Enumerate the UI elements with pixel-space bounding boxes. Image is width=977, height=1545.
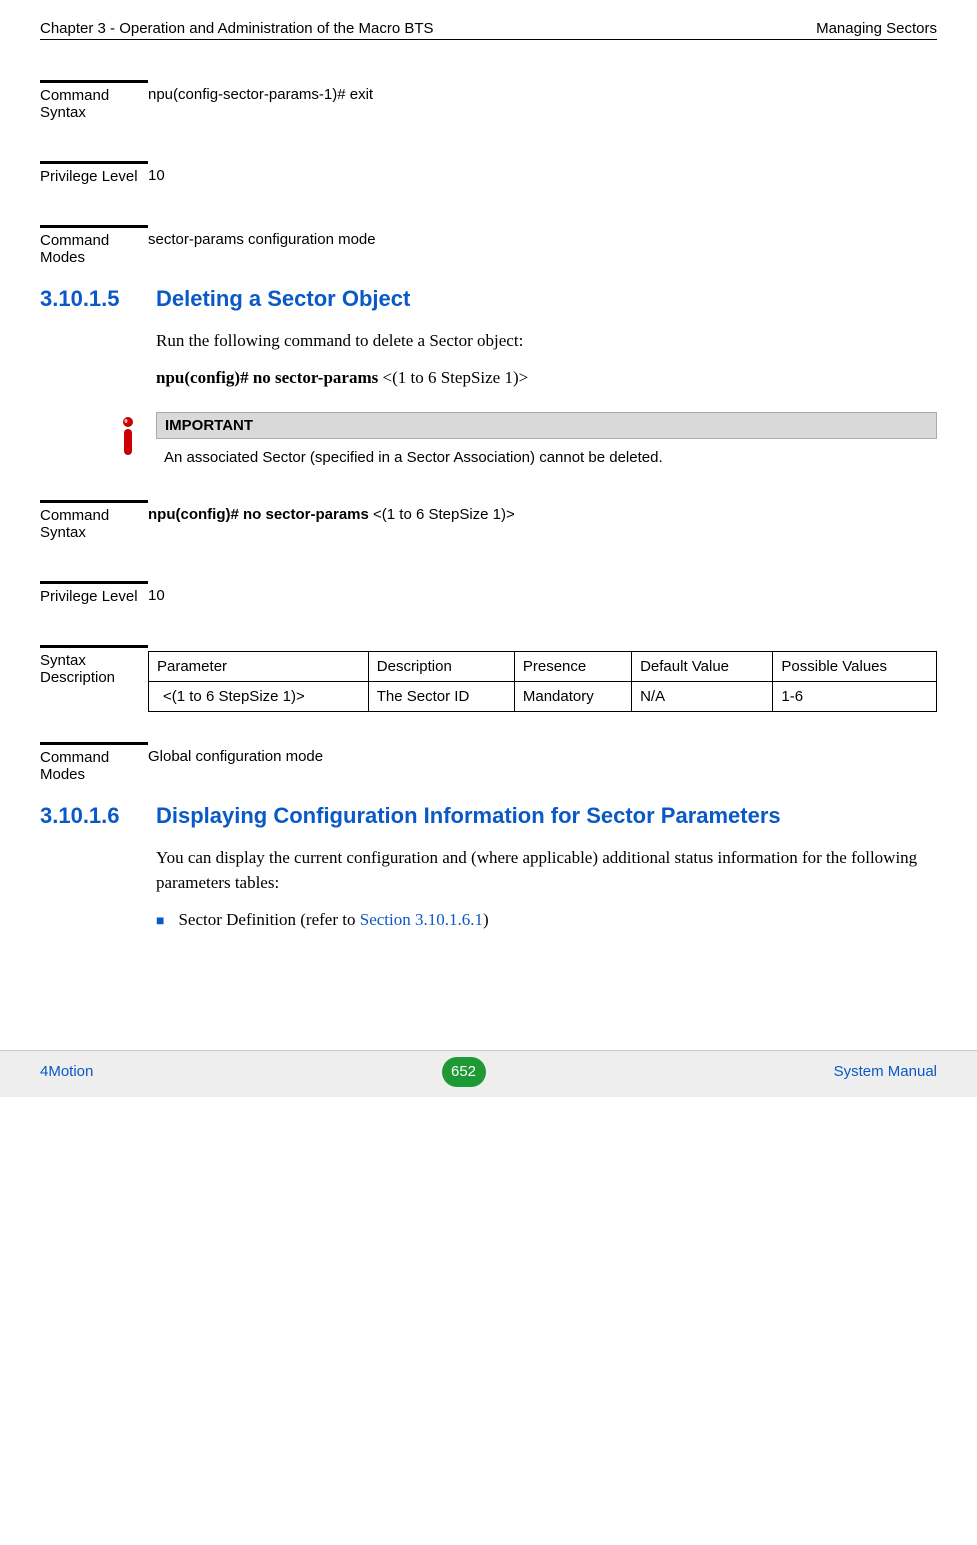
page-header: Chapter 3 - Operation and Administration…	[40, 20, 937, 40]
important-icon	[117, 416, 139, 458]
important-title: IMPORTANT	[156, 412, 937, 439]
command-syntax2-label: Command Syntax	[40, 500, 148, 541]
list-bullet-icon: ■	[156, 914, 164, 930]
page-footer: 4Motion 652 System Manual	[0, 1050, 977, 1097]
important-text: An associated Sector (specified in a Sec…	[156, 439, 937, 470]
li-text-post: )	[483, 910, 489, 929]
command-syntax-value: npu(config-sector-params-1)# exit	[148, 80, 937, 121]
command-modes2-row: Command Modes Global configuration mode	[40, 742, 937, 783]
section-heading-deleting: 3.10.1.5 Deleting a Sector Object	[40, 286, 937, 312]
td-default: N/A	[632, 681, 773, 711]
command-modes-label: Command Modes	[40, 225, 148, 266]
section1-intro: Run the following command to delete a Se…	[156, 328, 937, 354]
command-syntax2-bold: npu(config)# no sector-params	[148, 506, 373, 523]
command-syntax-row: Command Syntax npu(config-sector-params-…	[40, 80, 937, 121]
th-default: Default Value	[632, 651, 773, 681]
command-syntax2-row: Command Syntax npu(config)# no sector-pa…	[40, 500, 937, 541]
th-parameter: Parameter	[149, 651, 369, 681]
th-description: Description	[368, 651, 514, 681]
command-prefix: npu(config)# no sector-params	[156, 368, 383, 387]
privilege-level2-row: Privilege Level 10	[40, 581, 937, 605]
td-possible: 1-6	[773, 681, 937, 711]
syntax-description-label: Syntax Description	[40, 645, 148, 712]
td-parameter: <(1 to 6 StepSize 1)>	[149, 681, 369, 711]
table-header-row: Parameter Description Presence Default V…	[149, 651, 937, 681]
cross-reference-link[interactable]: Section 3.10.1.6.1	[360, 910, 483, 929]
command-syntax2-plain: <(1 to 6 StepSize 1)>	[373, 506, 515, 523]
privilege-level2-value: 10	[148, 581, 937, 605]
privilege-level2-label: Privilege Level	[40, 581, 148, 605]
command-syntax2-value: npu(config)# no sector-params <(1 to 6 S…	[148, 500, 937, 541]
th-possible: Possible Values	[773, 651, 937, 681]
td-description: The Sector ID	[368, 681, 514, 711]
command-modes-value: sector-params configuration mode	[148, 225, 937, 266]
td-presence: Mandatory	[514, 681, 631, 711]
section2-intro: You can display the current configuratio…	[156, 845, 937, 896]
command-modes2-label: Command Modes	[40, 742, 148, 783]
list-item-text: Sector Definition (refer to Section 3.10…	[178, 910, 488, 930]
list-item: ■ Sector Definition (refer to Section 3.…	[156, 910, 937, 930]
command-modes-row: Command Modes sector-params configuratio…	[40, 225, 937, 266]
command-line: npu(config)# no sector-params <(1 to 6 S…	[156, 368, 937, 388]
li-text-pre: Sector Definition (refer to	[178, 910, 359, 929]
syntax-description-row: Syntax Description Parameter Description…	[40, 645, 937, 712]
footer-left: 4Motion	[40, 1063, 93, 1080]
th-presence: Presence	[514, 651, 631, 681]
important-callout: IMPORTANT An associated Sector (specifie…	[100, 412, 937, 470]
privilege-level-label: Privilege Level	[40, 161, 148, 185]
command-argument: <(1 to 6 StepSize 1)>	[383, 368, 529, 387]
section-title: Deleting a Sector Object	[156, 286, 410, 312]
footer-right: System Manual	[834, 1063, 937, 1080]
page-number-pill: 652	[442, 1057, 486, 1087]
section2-number: 3.10.1.6	[40, 803, 156, 829]
section-heading-displaying: 3.10.1.6 Displaying Configuration Inform…	[40, 803, 937, 829]
privilege-level-row: Privilege Level 10	[40, 161, 937, 185]
command-syntax-label: Command Syntax	[40, 80, 148, 121]
syntax-description-table: Parameter Description Presence Default V…	[148, 651, 937, 712]
table-row: <(1 to 6 StepSize 1)> The Sector ID Mand…	[149, 681, 937, 711]
command-modes2-value: Global configuration mode	[148, 742, 937, 783]
section-number: 3.10.1.5	[40, 286, 156, 312]
privilege-level-value: 10	[148, 161, 937, 185]
section2-title: Displaying Configuration Information for…	[156, 803, 781, 829]
header-left: Chapter 3 - Operation and Administration…	[40, 20, 434, 37]
header-right: Managing Sectors	[816, 20, 937, 37]
